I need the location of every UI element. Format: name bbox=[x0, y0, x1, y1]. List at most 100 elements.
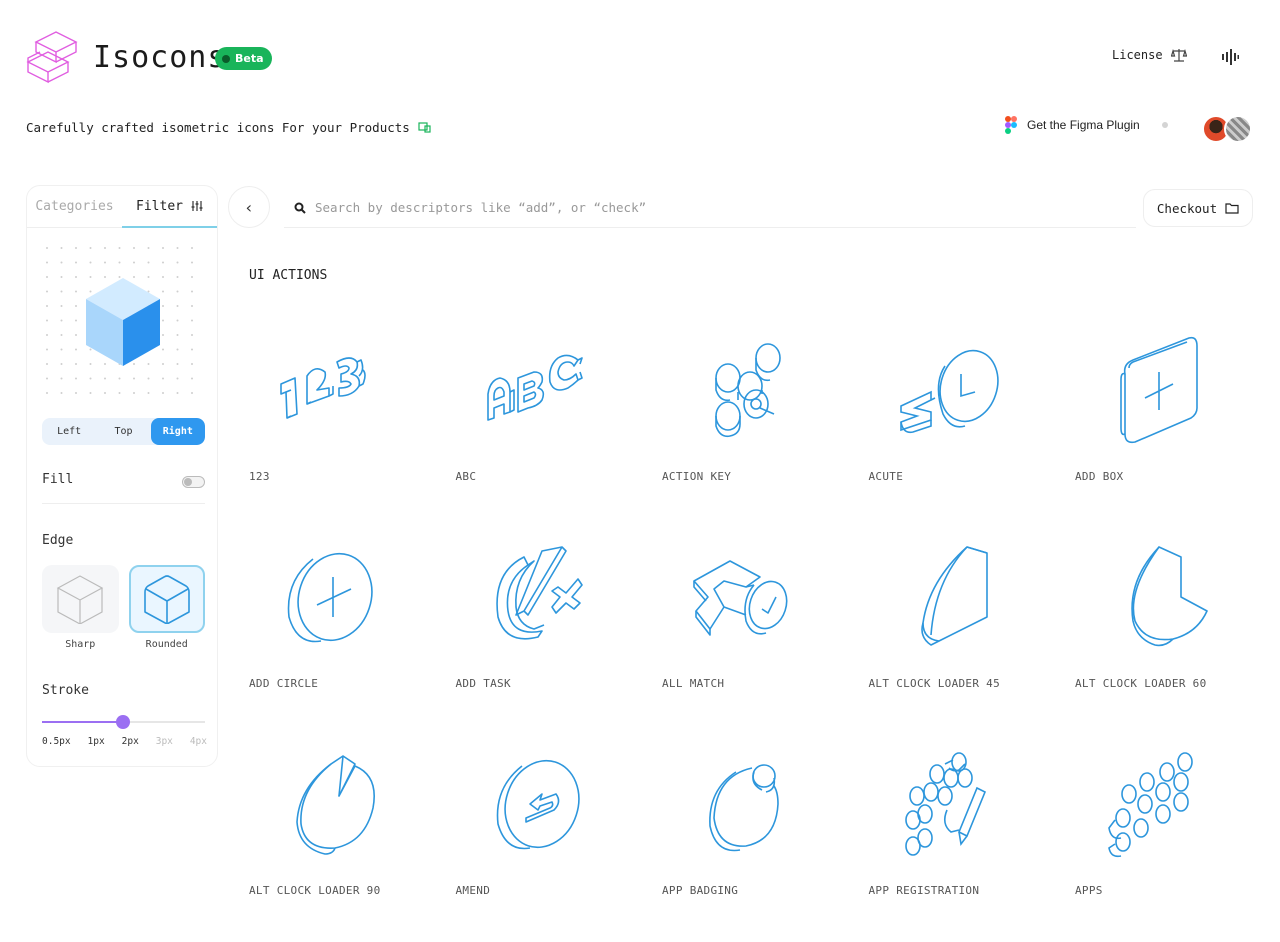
checkout-button[interactable]: Checkout bbox=[1143, 189, 1253, 227]
waveform-icon[interactable] bbox=[1220, 47, 1240, 67]
beta-badge: Beta bbox=[215, 47, 272, 70]
stroke-slider[interactable] bbox=[42, 715, 205, 729]
slider-thumb[interactable] bbox=[116, 715, 130, 729]
edge-option-sharp[interactable]: Sharp bbox=[42, 565, 119, 650]
icon-card[interactable]: ADD BOX bbox=[1075, 326, 1280, 533]
tab-categories-label: Categories bbox=[35, 199, 114, 214]
icon-label: ACTION KEY bbox=[662, 470, 732, 483]
search-icon bbox=[294, 202, 306, 214]
edge-option-rounded[interactable]: Rounded bbox=[128, 565, 205, 650]
sliders-icon bbox=[191, 201, 203, 211]
acute-icon bbox=[899, 349, 999, 434]
icon-label: ABC bbox=[455, 470, 477, 483]
stroke-stop[interactable]: 3px bbox=[156, 736, 173, 747]
stroke-stop[interactable]: 0.5px bbox=[42, 736, 71, 747]
stroke-stop[interactable]: 2px bbox=[122, 736, 139, 747]
fill-toggle[interactable] bbox=[182, 476, 205, 488]
scale-icon bbox=[1170, 48, 1187, 62]
icon-label: ACUTE bbox=[868, 470, 904, 483]
app-badging-icon bbox=[709, 764, 779, 852]
stroke-stops: 0.5px 1px 2px 3px 4px bbox=[42, 736, 207, 747]
icon-card[interactable]: ACUTE bbox=[869, 326, 1076, 533]
tab-filter[interactable]: Filter bbox=[122, 186, 217, 228]
icon-card[interactable]: APPS bbox=[1075, 740, 1280, 942]
icon-label: ALT CLOCK LOADER 45 bbox=[868, 677, 1001, 690]
icon-card[interactable]: ALT CLOCK LOADER 45 bbox=[869, 533, 1076, 740]
search-input[interactable] bbox=[315, 200, 1095, 215]
edge-sharp-label: Sharp bbox=[65, 639, 96, 650]
icon-label: APP REGISTRATION bbox=[868, 884, 980, 897]
icon-card[interactable]: ABC bbox=[456, 326, 663, 533]
clock-loader-45-icon bbox=[920, 546, 988, 646]
separator-dot bbox=[1161, 122, 1168, 128]
view-left-button[interactable]: Left bbox=[42, 418, 96, 445]
icon-label: APPS bbox=[1075, 884, 1103, 897]
figma-icon bbox=[1005, 116, 1017, 134]
devices-icon bbox=[418, 122, 431, 133]
avatar-group[interactable] bbox=[1202, 115, 1254, 145]
stroke-stop[interactable]: 1px bbox=[88, 736, 105, 747]
icon-label: ALT CLOCK LOADER 60 bbox=[1075, 677, 1207, 690]
tab-filter-label: Filter bbox=[136, 198, 183, 214]
icon-card[interactable]: AMEND bbox=[456, 740, 663, 942]
beta-dot-icon bbox=[222, 54, 230, 63]
numbers-123-icon bbox=[280, 357, 366, 419]
isocons-logo[interactable] bbox=[26, 30, 78, 84]
icon-card[interactable]: ACTION KEY bbox=[662, 326, 869, 533]
icon-card[interactable]: APP REGISTRATION bbox=[869, 740, 1076, 942]
toggle-knob bbox=[184, 478, 192, 486]
add-box-icon bbox=[1120, 336, 1198, 444]
icon-grid: 123 ABC ACTION KEY ACUTE ADD BOX ADD CIR… bbox=[249, 326, 1279, 942]
action-key-icon bbox=[715, 343, 781, 438]
edge-rounded-label: Rounded bbox=[145, 639, 188, 650]
view-top-button[interactable]: Top bbox=[96, 418, 150, 445]
license-link[interactable]: License bbox=[1112, 48, 1187, 62]
icon-card[interactable]: 123 bbox=[249, 326, 456, 533]
icon-label: 123 bbox=[249, 470, 270, 483]
brand-title[interactable]: Isocons bbox=[93, 40, 226, 75]
letters-abc-icon bbox=[486, 354, 583, 421]
edge-label: Edge bbox=[42, 533, 74, 548]
apps-icon bbox=[1108, 752, 1193, 858]
sharp-cube-icon bbox=[56, 575, 104, 624]
figma-plugin-link[interactable]: Get the Figma Plugin bbox=[1005, 116, 1168, 134]
stroke-label: Stroke bbox=[42, 683, 89, 698]
collapse-sidebar-button[interactable]: ‹ bbox=[228, 186, 270, 228]
beta-label: Beta bbox=[235, 52, 264, 65]
tab-categories[interactable]: Categories bbox=[27, 186, 122, 227]
checkout-label: Checkout bbox=[1156, 200, 1218, 216]
edge-sharp-preview[interactable] bbox=[42, 565, 119, 633]
slider-fill bbox=[42, 721, 123, 723]
tagline: Carefully crafted isometric icons For yo… bbox=[26, 120, 431, 135]
fill-row: Fill bbox=[42, 472, 205, 504]
search-bar bbox=[284, 188, 1136, 228]
icon-label: ADD TASK bbox=[455, 677, 511, 690]
all-match-icon bbox=[693, 560, 788, 636]
icon-label: AMEND bbox=[455, 884, 491, 897]
clock-loader-60-icon bbox=[1131, 546, 1208, 647]
icon-label: ADD BOX bbox=[1075, 470, 1124, 483]
icon-card[interactable]: ALT CLOCK LOADER 90 bbox=[249, 740, 456, 942]
icon-label: ALT CLOCK LOADER 90 bbox=[249, 884, 381, 897]
icon-label: ALL MATCH bbox=[662, 677, 725, 690]
figma-label: Get the Figma Plugin bbox=[1027, 118, 1140, 132]
cube-preview bbox=[43, 244, 205, 402]
icon-label: APP BADGING bbox=[662, 884, 739, 897]
tagline-text: Carefully crafted isometric icons For yo… bbox=[26, 120, 410, 135]
add-circle-icon bbox=[287, 552, 373, 643]
stroke-stop[interactable]: 4px bbox=[190, 736, 207, 747]
chevron-left-icon: ‹ bbox=[244, 197, 254, 217]
icon-card[interactable]: ALL MATCH bbox=[662, 533, 869, 740]
clock-loader-90-icon bbox=[296, 755, 375, 855]
sidebar-tabs: Categories Filter bbox=[27, 186, 217, 228]
view-right-button[interactable]: Right bbox=[150, 418, 205, 445]
icon-card[interactable]: ALT CLOCK LOADER 60 bbox=[1075, 533, 1280, 740]
icon-card[interactable]: ADD CIRCLE bbox=[249, 533, 456, 740]
edge-rounded-preview[interactable] bbox=[128, 565, 205, 633]
view-direction-selector: Left Top Right bbox=[42, 418, 205, 445]
amend-icon bbox=[496, 759, 580, 850]
avatar[interactable] bbox=[1224, 115, 1252, 143]
icon-label: ADD CIRCLE bbox=[249, 677, 319, 690]
icon-card[interactable]: APP BADGING bbox=[662, 740, 869, 942]
icon-card[interactable]: ADD TASK bbox=[456, 533, 663, 740]
